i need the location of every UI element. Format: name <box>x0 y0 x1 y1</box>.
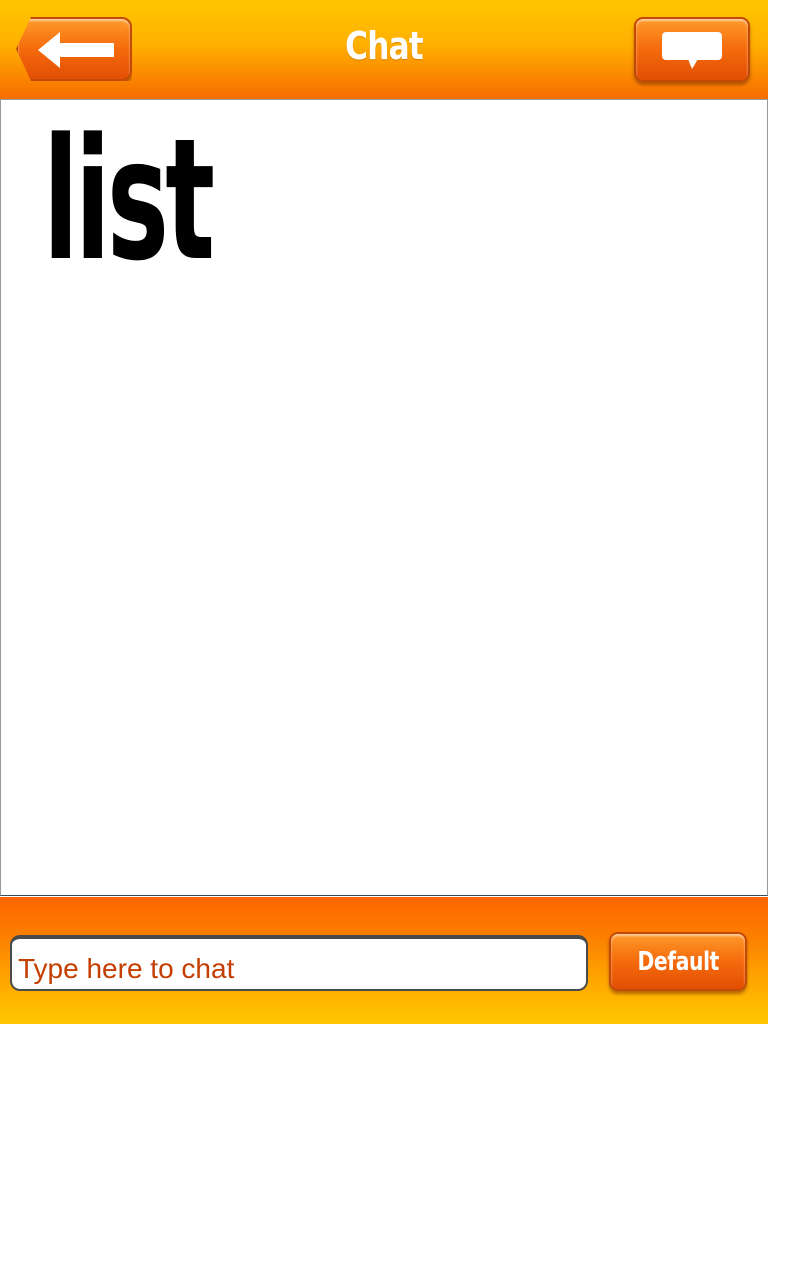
arrow-left-icon <box>38 32 114 68</box>
speech-bubble-icon <box>662 32 722 69</box>
chat-screen: Chat list Default <box>0 0 768 1024</box>
chat-message: list <box>43 102 215 298</box>
default-button-label: Default <box>637 946 719 977</box>
chat-input-bar: Default <box>0 897 768 1024</box>
chat-message-area[interactable]: list <box>0 100 768 896</box>
chat-bubble-button[interactable] <box>634 17 750 82</box>
default-button[interactable]: Default <box>609 932 747 991</box>
back-button[interactable] <box>16 17 132 81</box>
chat-input[interactable] <box>10 935 588 991</box>
page-title: Chat <box>345 24 424 68</box>
header-bar: Chat <box>0 0 768 100</box>
